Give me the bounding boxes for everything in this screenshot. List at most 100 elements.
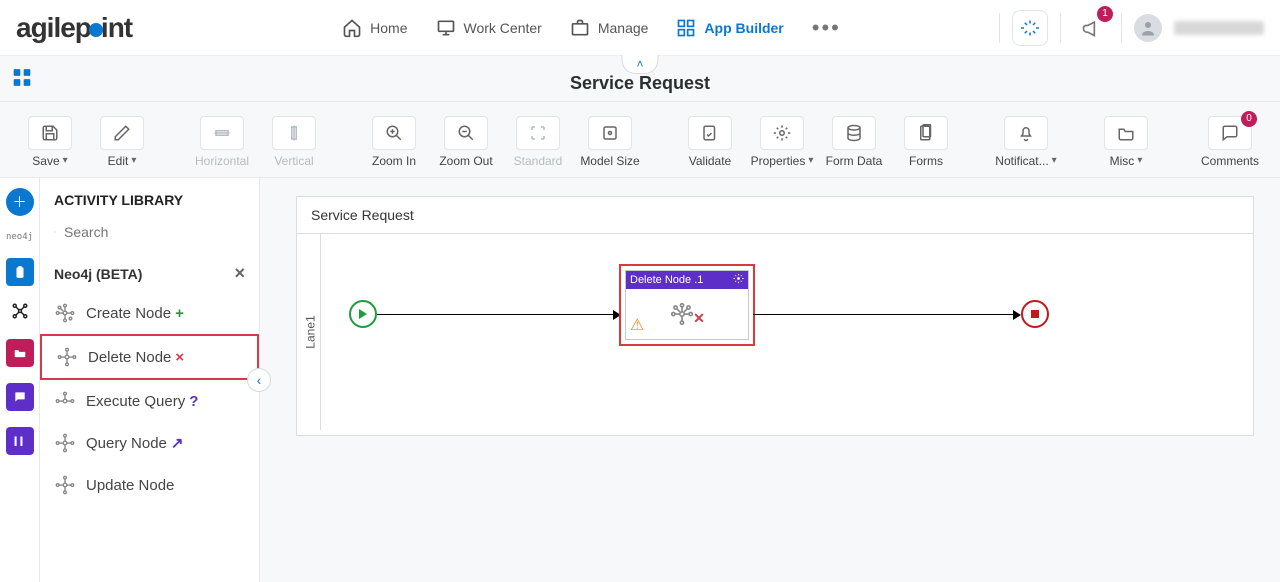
folder-icon xyxy=(1117,124,1135,142)
tool-label: Save xyxy=(32,154,59,168)
page-title: Service Request xyxy=(570,73,710,94)
model-size-button[interactable]: Model Size xyxy=(578,116,642,168)
nav-home[interactable]: Home xyxy=(342,18,407,38)
activity-delete-node-instance[interactable]: Delete Node .1 ⚠ ✕ xyxy=(625,270,749,340)
nav-manage[interactable]: Manage xyxy=(570,18,649,38)
activity-label: Delete Node xyxy=(88,349,171,366)
comments-count-badge: 0 xyxy=(1241,111,1257,127)
gear-icon xyxy=(773,124,791,142)
notifications-button[interactable]: Notificat...▾ xyxy=(994,116,1058,168)
rail-graph-button[interactable] xyxy=(11,302,29,323)
announcement-button[interactable]: 1 xyxy=(1073,10,1109,46)
nav-work-center[interactable]: Work Center xyxy=(436,18,542,38)
comment-icon xyxy=(1221,124,1239,142)
node-icon xyxy=(54,390,76,412)
chevron-down-icon: ▾ xyxy=(1137,155,1142,166)
nav-label: App Builder xyxy=(704,20,783,36)
form-data-button[interactable]: Form Data xyxy=(822,116,886,168)
node-icon xyxy=(54,432,76,454)
user-avatar[interactable] xyxy=(1134,14,1162,42)
node-icon xyxy=(54,302,76,324)
align-vertical-button[interactable]: Vertical xyxy=(262,116,326,168)
forms-button[interactable]: Forms xyxy=(894,116,958,168)
misc-button[interactable]: Misc▾ xyxy=(1094,116,1158,168)
properties-button[interactable]: Properties▾ xyxy=(750,116,814,168)
chevron-down-icon: ▾ xyxy=(808,155,813,166)
activity-update-node[interactable]: Update Node xyxy=(40,464,259,506)
align-horizontal-button[interactable]: Horizontal xyxy=(190,116,254,168)
pencil-icon xyxy=(113,124,131,142)
gear-icon xyxy=(733,273,744,284)
library-search[interactable] xyxy=(52,218,247,247)
chevron-up-icon: ˄ xyxy=(636,57,643,71)
activity-settings-button[interactable] xyxy=(733,273,744,287)
divider xyxy=(999,13,1000,43)
fit-icon xyxy=(529,124,547,142)
group-close-button[interactable]: × xyxy=(234,263,245,284)
align-horizontal-icon xyxy=(213,124,231,142)
expand-handle[interactable]: ˄ xyxy=(621,55,658,74)
forms-icon xyxy=(917,124,935,142)
rail-neo4j-label[interactable]: neo4j xyxy=(6,232,33,242)
warning-icon: ⚠ xyxy=(630,315,644,335)
save-button[interactable]: Save▾ xyxy=(18,116,82,168)
library-group-label: Neo4j (BETA) xyxy=(54,266,142,282)
tool-label: Standard xyxy=(514,154,563,168)
rail-clipboard-button[interactable] xyxy=(6,258,34,286)
nav-more-icon[interactable]: ••• xyxy=(812,15,841,41)
tool-label: Vertical xyxy=(274,154,313,168)
tool-label: Horizontal xyxy=(195,154,249,168)
save-icon xyxy=(41,124,59,142)
zoom-standard-button[interactable]: Standard xyxy=(506,116,570,168)
nav-label: Home xyxy=(370,20,407,36)
node-icon xyxy=(669,301,695,327)
nav-app-builder[interactable]: App Builder xyxy=(676,18,783,38)
lane-label: Lane1 xyxy=(301,234,321,430)
activity-execute-query[interactable]: Execute Query ? xyxy=(40,380,259,422)
sparkle-button[interactable] xyxy=(1012,10,1048,46)
connector[interactable] xyxy=(753,314,1017,315)
edit-button[interactable]: Edit▾ xyxy=(90,116,154,168)
activity-query-node[interactable]: Query Node ↗ xyxy=(40,422,259,464)
collapse-panel-button[interactable]: ‹ xyxy=(247,368,271,392)
username-redacted xyxy=(1174,21,1264,35)
folder-icon xyxy=(13,346,27,360)
monitor-icon xyxy=(436,18,456,38)
x-badge-icon: × xyxy=(175,349,184,366)
chevron-down-icon: ▾ xyxy=(1052,155,1057,166)
activity-label: Execute Query xyxy=(86,393,185,410)
connector[interactable] xyxy=(377,314,617,315)
grid-icon xyxy=(676,18,696,38)
clipboard-icon xyxy=(13,265,27,279)
validate-button[interactable]: Validate xyxy=(678,116,742,168)
process-canvas[interactable]: Service Request Lane1 Delete Node .1 xyxy=(296,196,1254,436)
plus-badge-icon: + xyxy=(175,305,184,322)
activity-label: Create Node xyxy=(86,305,171,322)
user-icon xyxy=(1139,19,1157,37)
comments-button[interactable]: 0 Comments xyxy=(1198,116,1262,168)
zoom-in-icon xyxy=(385,124,403,142)
zoom-in-button[interactable]: Zoom In xyxy=(362,116,426,168)
rail-add-button[interactable]: ＋ xyxy=(6,188,34,216)
rail-pause-button[interactable]: II xyxy=(6,427,34,455)
pause-icon: II xyxy=(14,433,26,449)
rail-chat-button[interactable] xyxy=(6,383,34,411)
home-icon xyxy=(342,18,362,38)
node-icon xyxy=(54,474,76,496)
plus-icon: ＋ xyxy=(13,192,27,212)
arrow-badge-icon: ↗ xyxy=(171,434,184,452)
rail-folder-button[interactable] xyxy=(6,339,34,367)
activity-label: Update Node xyxy=(86,477,174,494)
activity-delete-node[interactable]: Delete Node × xyxy=(40,334,259,380)
apps-grid-button[interactable] xyxy=(12,67,32,90)
question-badge-icon: ? xyxy=(189,393,198,410)
sparkle-icon xyxy=(1021,19,1039,37)
tool-label: Model Size xyxy=(580,154,639,168)
end-node[interactable] xyxy=(1021,300,1049,328)
search-input[interactable] xyxy=(64,224,245,240)
start-node[interactable] xyxy=(349,300,377,328)
stop-icon xyxy=(1031,310,1039,318)
chat-icon xyxy=(13,390,27,404)
zoom-out-button[interactable]: Zoom Out xyxy=(434,116,498,168)
activity-create-node[interactable]: Create Node + xyxy=(40,292,259,334)
